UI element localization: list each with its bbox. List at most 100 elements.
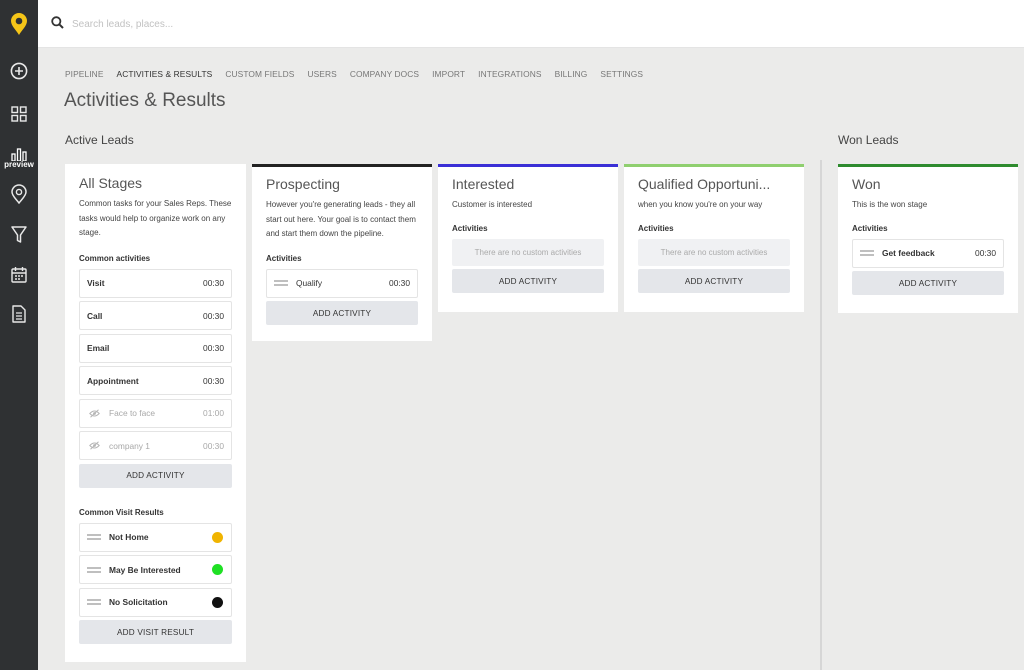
- result-may-be-interested[interactable]: May Be Interested: [79, 555, 232, 584]
- empty-activities-placeholder: There are no custom activities: [452, 238, 604, 266]
- top-bar: [38, 0, 1024, 48]
- funnel-icon: [11, 226, 27, 243]
- activity-qualify[interactable]: Qualify 00:30: [266, 268, 418, 298]
- grid-icon: [11, 106, 27, 122]
- qualified-opportunity-card: Qualified Opportuni... when you know you…: [624, 164, 804, 312]
- activity-name: Visit: [87, 278, 105, 288]
- add-visit-result-button[interactable]: ADD VISIT RESULT: [79, 620, 232, 644]
- documents-button[interactable]: [0, 296, 38, 332]
- activity-name: Call: [87, 310, 103, 321]
- preview-button[interactable]: preview: [0, 141, 38, 175]
- drag-handle-icon[interactable]: [274, 280, 288, 286]
- empty-activities-placeholder: There are no custom activities: [638, 238, 790, 266]
- status-dot: [212, 564, 223, 575]
- common-activities-label: Common activities: [79, 253, 151, 263]
- places-button[interactable]: [0, 176, 38, 212]
- nav-integrations[interactable]: INTEGRATIONS: [478, 69, 541, 79]
- nav-company-docs[interactable]: COMPANY DOCS: [350, 69, 419, 79]
- left-rail: preview: [0, 0, 38, 670]
- preview-label: preview: [4, 159, 34, 169]
- search-icon: [51, 16, 64, 29]
- search-input[interactable]: [72, 12, 472, 36]
- settings-nav: PIPELINE ACTIVITIES & RESULTS CUSTOM FIE…: [65, 69, 643, 79]
- drag-handle-icon[interactable]: [860, 250, 874, 256]
- prospecting-card: Prospecting However you're generating le…: [252, 164, 432, 341]
- activity-time: 00:30: [203, 310, 224, 321]
- nav-settings[interactable]: SETTINGS: [600, 69, 643, 79]
- activity-name: Qualify: [296, 278, 323, 288]
- add-activity-button[interactable]: ADD ACTIVITY: [638, 269, 790, 293]
- card-title: Prospecting: [266, 176, 340, 192]
- add-button[interactable]: [0, 53, 38, 89]
- activity-time: 00:30: [203, 440, 224, 451]
- add-activity-button[interactable]: ADD ACTIVITY: [852, 271, 1004, 295]
- card-description: This is the won stage: [852, 200, 928, 209]
- activity-visit[interactable]: Visit 00:30: [79, 268, 232, 298]
- activity-company-1[interactable]: company 1 00:30: [79, 431, 232, 460]
- interested-card: Interested Customer is interested Activi…: [438, 164, 618, 312]
- activity-appointment[interactable]: Appointment 00:30: [79, 366, 232, 395]
- card-description: Common tasks for your Sales Reps. These …: [79, 199, 232, 237]
- drag-handle-icon[interactable]: [87, 534, 101, 540]
- activity-time: 00:30: [203, 343, 224, 353]
- activity-name: Get feedback: [882, 248, 935, 258]
- activity-email[interactable]: Email 00:30: [79, 333, 232, 363]
- status-dot: [212, 596, 223, 608]
- card-description: Customer is interested: [452, 200, 533, 209]
- activity-name: Email: [87, 343, 110, 353]
- activity-call[interactable]: Call 00:30: [79, 301, 232, 330]
- nav-pipeline[interactable]: PIPELINE: [65, 69, 104, 79]
- hidden-eye-icon[interactable]: [89, 441, 100, 450]
- document-icon: [12, 305, 26, 323]
- activities-label: Activities: [452, 223, 488, 233]
- activity-time: 00:30: [975, 248, 996, 258]
- hidden-eye-icon[interactable]: [89, 408, 100, 418]
- activity-time: 00:30: [389, 278, 410, 288]
- app-logo[interactable]: [0, 0, 38, 48]
- card-title: Interested: [452, 176, 515, 192]
- result-name: Not Home: [109, 532, 149, 542]
- card-description: However you're generating leads - they a…: [266, 200, 416, 238]
- activity-name: company 1: [109, 440, 150, 451]
- add-activity-button[interactable]: ADD ACTIVITY: [266, 301, 418, 325]
- drag-handle-icon[interactable]: [87, 566, 101, 573]
- active-leads-heading: Active Leads: [65, 133, 134, 147]
- dashboard-button[interactable]: [0, 96, 38, 132]
- nav-activities-results[interactable]: ACTIVITIES & RESULTS: [117, 69, 213, 79]
- nav-custom-fields[interactable]: CUSTOM FIELDS: [225, 69, 294, 79]
- map-pin-icon: [11, 184, 27, 204]
- result-no-solicitation[interactable]: No Solicitation: [79, 587, 232, 617]
- won-leads-heading: Won Leads: [838, 133, 899, 147]
- activity-name: Face to face: [109, 408, 156, 418]
- result-not-home[interactable]: Not Home: [79, 522, 232, 552]
- activity-time: 01:00: [203, 408, 224, 418]
- nav-billing[interactable]: BILLING: [555, 69, 588, 79]
- add-activity-button[interactable]: ADD ACTIVITY: [79, 463, 232, 488]
- card-title: Qualified Opportuni...: [638, 176, 771, 192]
- result-name: No Solicitation: [109, 597, 168, 607]
- common-visit-results-label: Common Visit Results: [79, 507, 164, 517]
- filter-button[interactable]: [0, 217, 38, 253]
- all-stages-card: All Stages Common tasks for your Sales R…: [65, 164, 246, 662]
- activities-label: Activities: [266, 253, 302, 263]
- activity-get-feedback[interactable]: Get feedback 00:30: [852, 238, 1004, 268]
- won-card: Won This is the won stage Activities Get…: [838, 164, 1018, 313]
- status-dot: [212, 531, 223, 543]
- card-title: All Stages: [79, 175, 143, 191]
- activity-face-to-face[interactable]: Face to face 01:00: [79, 398, 232, 428]
- activity-time: 00:30: [203, 375, 224, 386]
- logo-icon: [11, 13, 27, 35]
- activities-label: Activities: [638, 223, 674, 233]
- card-title: Won: [852, 176, 881, 192]
- drag-handle-icon[interactable]: [87, 599, 101, 605]
- result-name: May Be Interested: [109, 564, 181, 575]
- activity-time: 00:30: [203, 278, 224, 288]
- calendar-button[interactable]: [0, 256, 38, 292]
- nav-import[interactable]: IMPORT: [432, 69, 465, 79]
- section-divider: [820, 160, 822, 670]
- nav-users[interactable]: USERS: [307, 69, 336, 79]
- page-title: Activities & Results: [64, 90, 226, 111]
- plus-circle-icon: [10, 62, 28, 80]
- add-activity-button[interactable]: ADD ACTIVITY: [452, 269, 604, 293]
- activity-name: Appointment: [87, 375, 139, 386]
